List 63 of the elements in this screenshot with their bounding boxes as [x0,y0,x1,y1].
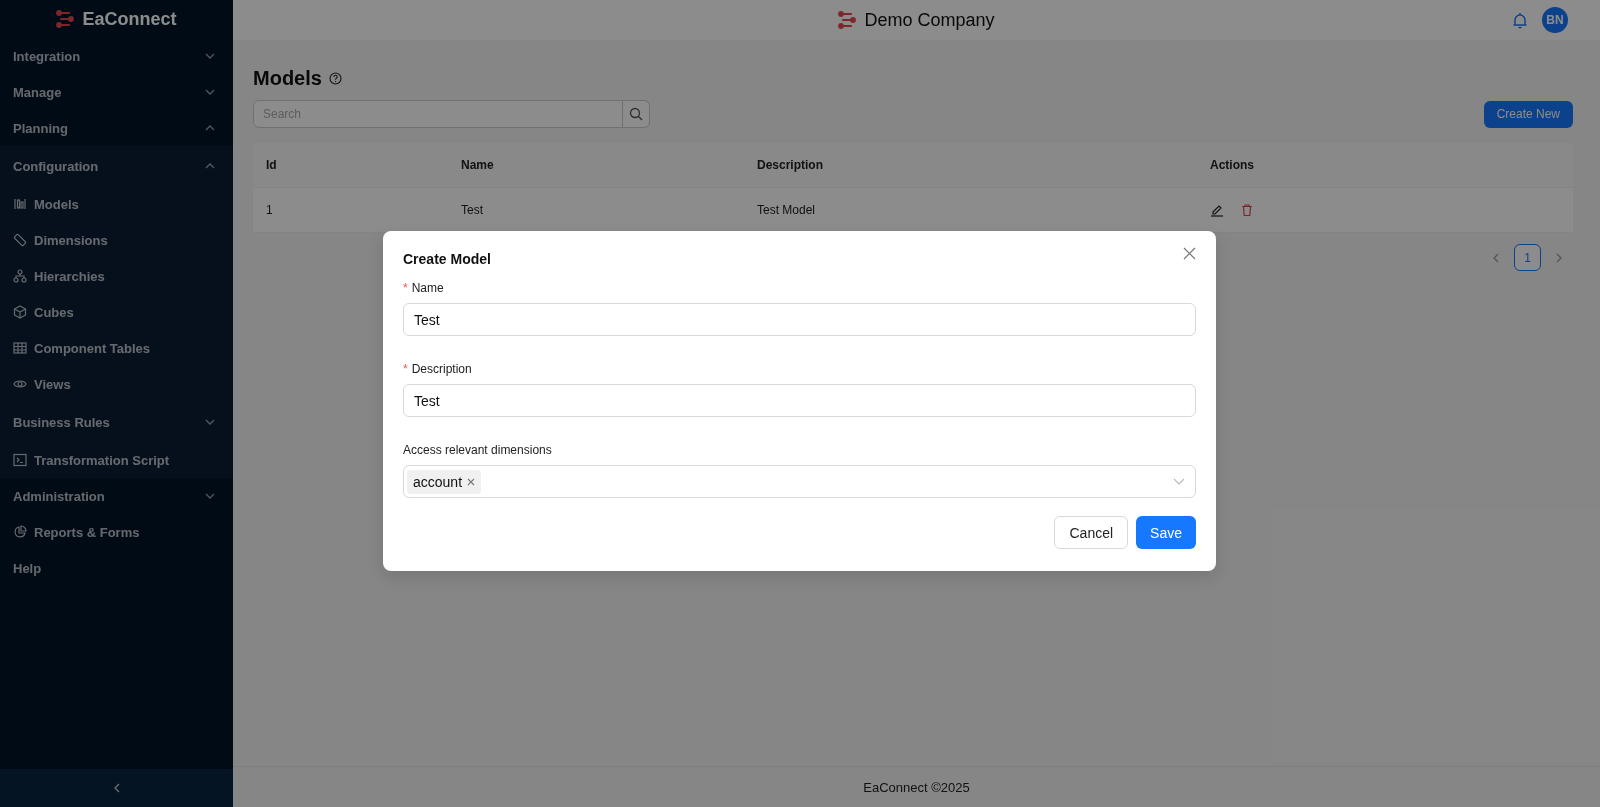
create-new-button[interactable]: Create New [1483,100,1573,128]
save-button[interactable]: Save [1136,516,1196,549]
close-icon[interactable] [1183,247,1196,260]
required-mark: * [403,362,408,376]
menu-item[interactable]: Integration [0,38,233,74]
page-button[interactable]: 1 [1514,244,1541,271]
logo-icon [56,10,75,28]
hierarchy-icon [13,269,27,283]
menu-item[interactable]: Administration [0,478,233,514]
table-cell-text: Test Model [756,203,817,217]
remove-icon[interactable] [467,477,476,486]
column-header: Actions [1209,158,1255,172]
menu-item[interactable]: Dimensions [0,222,233,258]
column-header: Description [756,158,824,172]
chevron-left-icon[interactable] [1492,252,1500,263]
company-name: Demo Company [864,9,995,31]
table-cell-text: Test [460,203,484,217]
column-header: Name [460,158,495,172]
menu-item[interactable]: Planning [0,110,233,146]
delete-icon[interactable] [1240,203,1254,217]
edit-icon[interactable] [1210,203,1224,217]
menu-item[interactable]: Views [0,366,233,402]
menu-item[interactable]: Help [0,550,233,586]
menu-item[interactable]: Business Rules [0,402,233,442]
dialog-title: Create Model [403,251,491,267]
input-field[interactable]: Test [403,303,1196,336]
menu-item[interactable]: Hierarchies [0,258,233,294]
ruler-icon [13,233,27,247]
chevron-right-icon[interactable] [1555,252,1563,263]
input-field[interactable]: Test [403,384,1196,417]
avatar[interactable]: BN [1542,7,1568,33]
eye-icon [13,377,27,391]
menu-item[interactable]: Transformation Script [0,442,233,478]
menu-item[interactable]: Manage [0,74,233,110]
menu-item[interactable]: Models [0,186,233,222]
help-icon [328,71,342,85]
menu-item[interactable]: Configuration [0,146,233,186]
cancel-button[interactable]: Cancel [1054,516,1129,549]
page-title: Models [253,66,322,90]
menu-item[interactable]: Component Tables [0,330,233,366]
terminal-icon [13,453,27,467]
pie-chart-icon [13,525,27,539]
search-icon [629,107,643,121]
sliders-icon [13,197,27,211]
logo-icon [838,11,857,29]
field-label: Name [411,281,444,295]
chevron-left-icon [112,783,121,793]
bell-icon[interactable] [1512,11,1528,29]
required-mark: * [403,281,408,295]
cube-icon [13,305,27,319]
tag-label: account [413,473,463,490]
menu-item[interactable]: Reports & Forms [0,514,233,550]
app-logo-text: EaConnect [82,8,177,30]
select-field[interactable]: account [403,465,1196,498]
field-label: Access relevant dimensions [403,443,552,457]
field-label: Description [411,362,472,376]
table-cell-text: 1 [265,203,274,217]
search-button[interactable] [623,100,650,128]
chevron-down-icon [1173,478,1185,485]
table-icon [13,341,27,355]
footer-text: EaConnect ©2025 [233,766,1600,807]
column-header: Id [265,158,278,172]
menu-item[interactable]: Cubes [0,294,233,330]
